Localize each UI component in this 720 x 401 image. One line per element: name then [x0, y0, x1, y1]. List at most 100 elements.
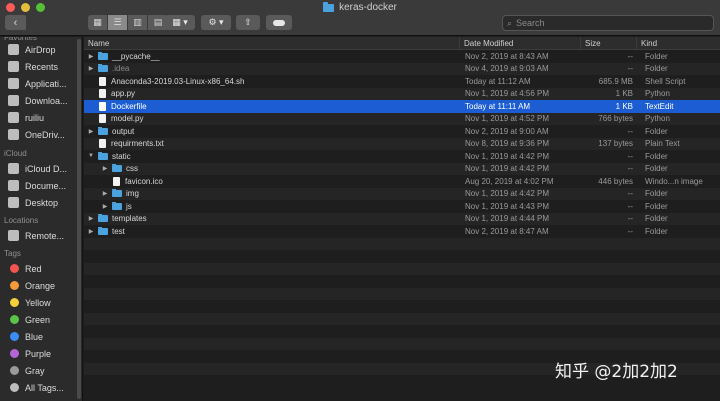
- file-name: model.py: [111, 114, 144, 124]
- disclosure-closed-icon[interactable]: ▶: [87, 215, 95, 222]
- file-size: 766 bytes: [598, 114, 633, 124]
- disclosure-closed-icon[interactable]: ▶: [87, 128, 95, 135]
- finder-window: keras-docker ‹ ▦ ☰ ▥ ▤ ▦ ▾ ⚙ ▾ ⇧ ⌕ Searc…: [0, 0, 720, 401]
- empty-row: [84, 250, 720, 263]
- file-row[interactable]: ▶ js Nov 1, 2019 at 4:43 PM -- Folder: [84, 200, 720, 213]
- disk-icon: [8, 230, 19, 241]
- group-button[interactable]: ▦ ▾: [165, 15, 195, 30]
- file-row[interactable]: model.py Nov 1, 2019 at 4:52 PM 766 bytes P…: [84, 112, 720, 125]
- sidebar-item-ruiliu[interactable]: ruiliu: [0, 109, 82, 126]
- sidebar-item-blue[interactable]: Blue: [0, 328, 82, 345]
- sidebar-item-all-tags[interactable]: All Tags...: [0, 379, 82, 396]
- folder-icon: [112, 164, 122, 173]
- sidebar-item-recents[interactable]: Recents: [0, 58, 82, 75]
- document-icon: [99, 101, 106, 111]
- sidebar-item-applicati[interactable]: Applicati...: [0, 75, 82, 92]
- list-view-button[interactable]: ☰: [108, 15, 128, 30]
- file-date: Nov 1, 2019 at 4:42 PM: [465, 151, 550, 161]
- file-row[interactable]: ▶ css Nov 1, 2019 at 4:42 PM -- Folder: [84, 162, 720, 175]
- sidebar-item-label: Applicati...: [25, 78, 67, 89]
- disclosure-closed-icon[interactable]: ▶: [87, 53, 95, 60]
- sidebar-item-docume[interactable]: Docume...: [0, 177, 82, 194]
- tags-header: Tags: [4, 249, 21, 258]
- folder-icon: [98, 126, 108, 135]
- column-header-name[interactable]: Name: [84, 37, 460, 49]
- folder-icon: [98, 226, 108, 235]
- sidebar-item-airdrop[interactable]: AirDrop: [0, 41, 82, 58]
- file-row[interactable]: requirments.txt Nov 8, 2019 at 9:36 PM 137…: [84, 137, 720, 150]
- sidebar-item-purple[interactable]: Purple: [0, 345, 82, 362]
- sidebar: FavoritesAirDropRecentsApplicati...Downl…: [0, 37, 83, 401]
- file-row[interactable]: ▶ templates Nov 1, 2019 at 4:44 PM -- Folder: [84, 212, 720, 225]
- file-row[interactable]: ▶ test Nov 2, 2019 at 8:47 AM -- Folder: [84, 225, 720, 238]
- column-header-date[interactable]: Date Modified: [460, 37, 581, 49]
- sidebar-item-green[interactable]: Green: [0, 311, 82, 328]
- file-kind: Folder: [645, 189, 668, 199]
- empty-row: [84, 262, 720, 275]
- sidebar-item-gray[interactable]: Gray: [0, 362, 82, 379]
- file-row[interactable]: ▶ img Nov 1, 2019 at 4:42 PM -- Folder: [84, 187, 720, 200]
- document-icon: [113, 176, 120, 186]
- file-row[interactable]: Anaconda3-2019.03-Linux-x86_64.sh Today a…: [84, 75, 720, 88]
- file-row[interactable]: ▶ output Nov 2, 2019 at 9:00 AM -- Folder: [84, 125, 720, 138]
- file-date: Nov 8, 2019 at 9:36 PM: [465, 139, 550, 149]
- file-row[interactable]: app.py Nov 1, 2019 at 4:56 PM 1 KB Python: [84, 87, 720, 100]
- file-date: Nov 1, 2019 at 4:52 PM: [465, 114, 550, 124]
- disclosure-closed-icon[interactable]: ▶: [101, 165, 109, 172]
- disclosure-closed-icon[interactable]: ▶: [87, 65, 95, 72]
- search-field[interactable]: ⌕ Search: [502, 15, 714, 31]
- file-date: Nov 4, 2019 at 9:03 AM: [465, 64, 549, 74]
- file-kind: Plain Text: [645, 139, 680, 149]
- file-row[interactable]: Dockerfile Today at 11:11 AM 1 KB TextEdit: [84, 100, 720, 113]
- sidebar-item-label: Orange: [25, 280, 56, 291]
- file-row[interactable]: ▼ static Nov 1, 2019 at 4:42 PM -- Folder: [84, 150, 720, 163]
- file-size: --: [627, 214, 633, 224]
- sidebar-item-remote[interactable]: Remote...: [0, 227, 82, 244]
- back-button[interactable]: ‹: [5, 15, 27, 30]
- file-rows: ▶ __pycache__ Nov 2, 2019 at 8:43 AM -- Fold…: [84, 50, 720, 388]
- empty-row: [84, 312, 720, 325]
- icon-view-button[interactable]: ▦: [88, 15, 108, 30]
- file-row[interactable]: ▶ .idea Nov 4, 2019 at 9:03 AM -- Folder: [84, 62, 720, 75]
- file-date: Nov 1, 2019 at 4:56 PM: [465, 89, 550, 99]
- file-date: Nov 2, 2019 at 9:00 AM: [465, 126, 549, 136]
- sidebar-item-desktop[interactable]: Desktop: [0, 194, 82, 211]
- folder-icon: [98, 51, 108, 60]
- sidebar-item-label: All Tags...: [25, 382, 64, 393]
- sidebar-item-downloa[interactable]: Downloa...: [0, 92, 82, 109]
- share-button[interactable]: ⇧: [236, 15, 260, 30]
- disclosure-closed-icon[interactable]: ▶: [101, 190, 109, 197]
- sidebar-item-icloud-d[interactable]: iCloud D...: [0, 160, 82, 177]
- disclosure-closed-icon[interactable]: ▶: [101, 203, 109, 210]
- file-kind: TextEdit: [645, 101, 674, 111]
- column-header-kind[interactable]: Kind: [637, 37, 720, 49]
- sidebar-scrollbar[interactable]: [77, 39, 81, 399]
- file-size: --: [627, 51, 633, 61]
- locations-header: Locations: [4, 216, 39, 225]
- file-size: 685.9 MB: [598, 76, 633, 86]
- file-size: --: [627, 151, 633, 161]
- disclosure-open-icon[interactable]: ▼: [87, 153, 95, 159]
- column-header-size[interactable]: Size: [581, 37, 637, 49]
- desktop-icon: [8, 197, 19, 208]
- list-icon: ☰: [113, 17, 122, 27]
- sidebar-item-label: Purple: [25, 348, 52, 359]
- disclosure-closed-icon[interactable]: ▶: [87, 228, 95, 235]
- file-date: Nov 1, 2019 at 4:42 PM: [465, 189, 550, 199]
- tags-button[interactable]: [266, 15, 292, 30]
- file-row[interactable]: favicon.ico Aug 20, 2019 at 4:02 PM 446 by…: [84, 175, 720, 188]
- file-kind: Folder: [645, 201, 668, 211]
- sidebar-item-label: Docume...: [25, 180, 67, 191]
- sidebar-item-red[interactable]: Red: [0, 260, 82, 277]
- sidebar-item-yellow[interactable]: Yellow: [0, 294, 82, 311]
- file-name: __pycache__: [112, 51, 160, 61]
- tag-dot-icon: [10, 264, 19, 273]
- action-button[interactable]: ⚙ ▾: [201, 15, 231, 30]
- sidebar-item-onedriv[interactable]: OneDriv...: [0, 126, 82, 143]
- column-view-button[interactable]: ▥: [128, 15, 148, 30]
- file-row[interactable]: ▶ __pycache__ Nov 2, 2019 at 8:43 AM -- Fold…: [84, 50, 720, 63]
- file-size: --: [627, 226, 633, 236]
- sidebar-item-orange[interactable]: Orange: [0, 277, 82, 294]
- column-header: Name Date Modified Size Kind: [84, 37, 720, 50]
- empty-row: [84, 275, 720, 288]
